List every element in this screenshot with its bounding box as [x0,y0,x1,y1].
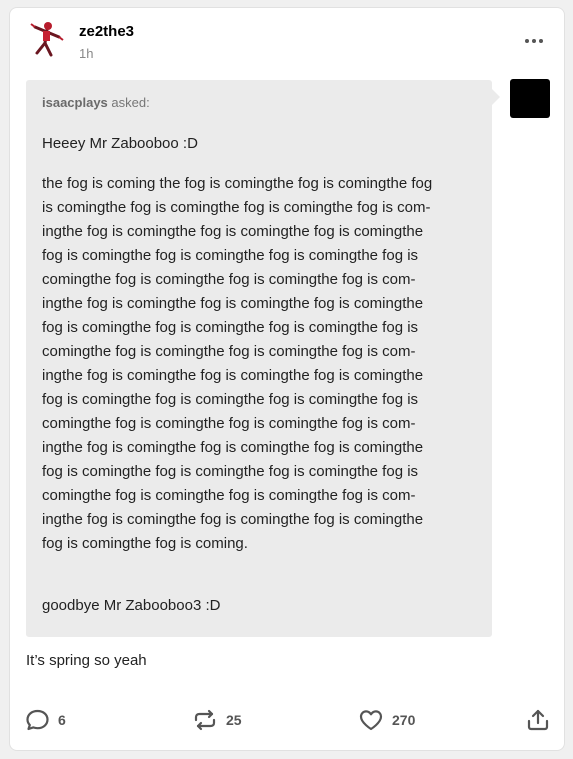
ask-text-line: comingthe fog is comingthe fog is coming… [42,343,416,360]
heart-icon [359,710,383,731]
ask-text-line: ingthe fog is comingthe fog is comingthe… [42,223,424,240]
ask-text-line: ingthe fog is comingthe fog is comingthe… [42,439,424,456]
ask-text-line: the fog is coming the fog is comingthe f… [42,175,433,192]
reblog-count: 25 [226,712,242,728]
ask-text-line: ingthe fog is comingthe fog is comingthe… [42,367,424,384]
reblog-button[interactable]: 25 [192,708,242,732]
replies-button[interactable]: 6 [25,708,66,732]
ask-text-line: fog is comingthe fog is comingthe fog is… [42,391,419,408]
answer-text: It’s spring so yeah [26,652,147,669]
ask-signoff: goodbye Mr Zabooboo3 :D [42,597,221,614]
author-username[interactable]: ze2the3 [79,23,134,40]
like-count: 270 [392,712,416,728]
like-button[interactable]: 270 [358,708,415,732]
more-options-icon[interactable] [522,31,546,51]
asked-label: asked: [111,95,150,110]
asked-line: isaacplays asked: [42,95,150,110]
ask-text-line: fog is comingthe fog is comingthe fog is… [42,463,419,480]
replies-count: 6 [58,712,66,728]
ask-text-line: fog is comingthe fog is coming. [42,535,248,552]
ask-greeting: Heeey Mr Zabooboo :D [42,135,198,152]
ask-pointer [491,88,500,106]
avatar-figure-icon [30,22,64,57]
ask-text-line: fog is comingthe fog is comingthe fog is… [42,319,419,336]
share-icon [527,709,549,731]
author-avatar[interactable] [26,18,68,60]
reblog-icon [194,709,216,731]
asker-username[interactable]: isaacplays [42,95,108,110]
ask-text-line: is comingthe fog is comingthe fog is com… [42,199,431,216]
comment-icon [26,709,49,731]
share-button[interactable] [526,708,550,732]
asker-avatar[interactable] [510,79,550,118]
ask-text-line: fog is comingthe fog is comingthe fog is… [42,247,419,264]
ask-text-line: comingthe fog is comingthe fog is coming… [42,487,416,504]
ask-text-line: ingthe fog is comingthe fog is comingthe… [42,295,424,312]
post-timestamp[interactable]: 1h [79,46,93,61]
ask-text-line: ingthe fog is comingthe fog is comingthe… [42,511,424,528]
ask-text-line: comingthe fog is comingthe fog is coming… [42,271,416,288]
ask-text-line: comingthe fog is comingthe fog is coming… [42,415,416,432]
